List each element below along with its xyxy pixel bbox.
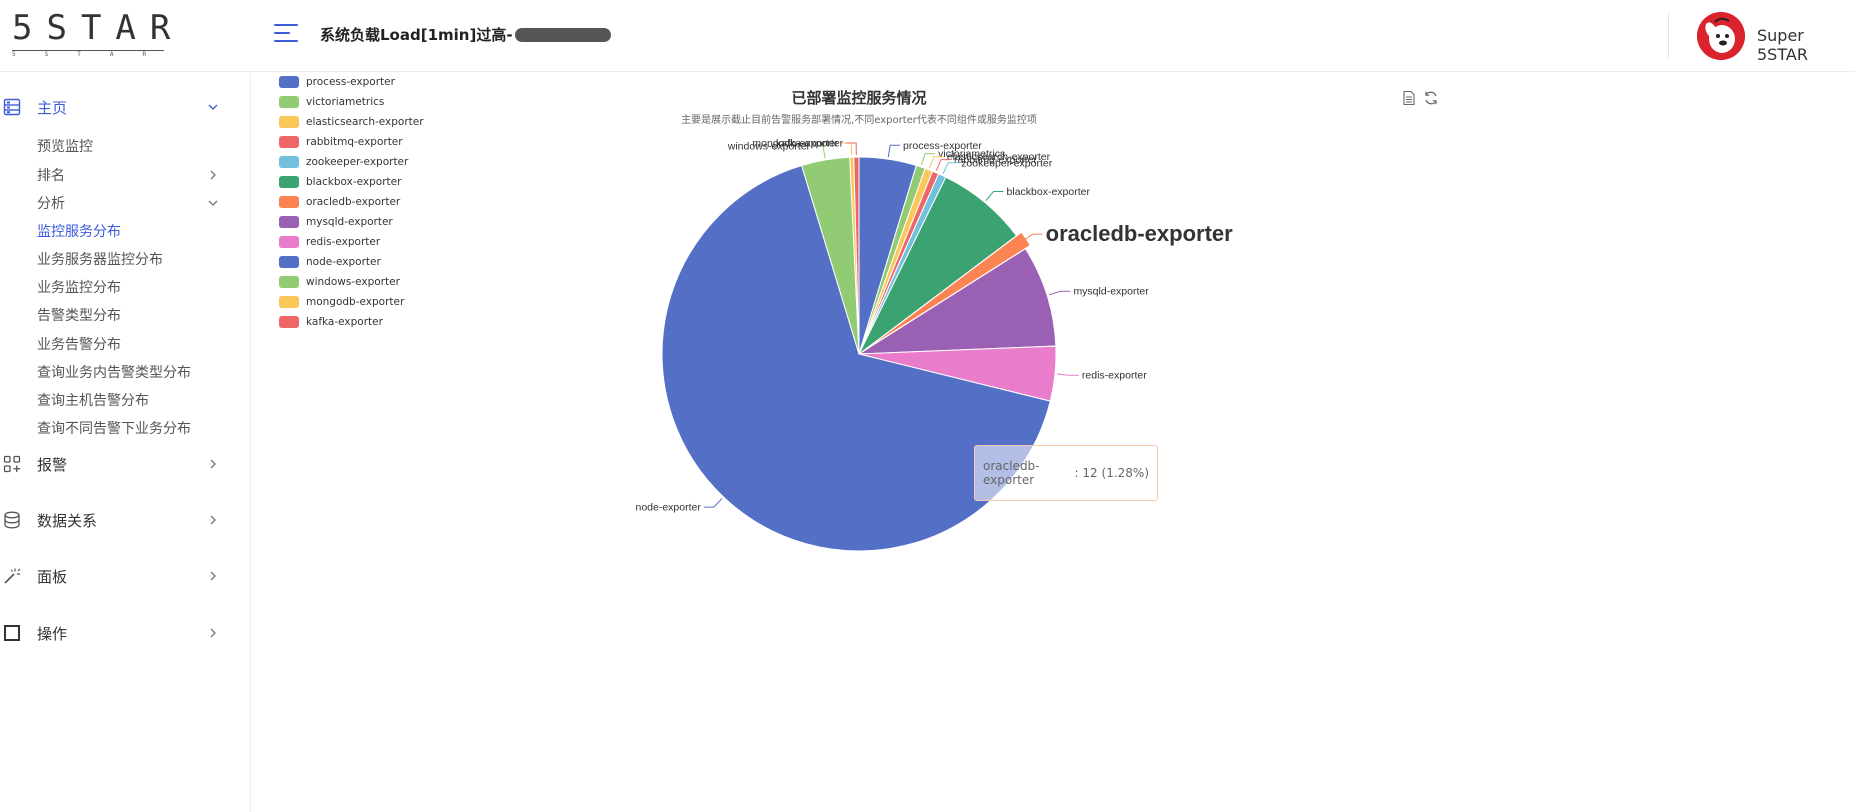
sidebar-subitem-business-alert-distribution[interactable]: 业务告警分布 (37, 334, 121, 354)
menu-toggle-icon[interactable] (274, 24, 298, 46)
chevron-down-icon (208, 104, 218, 110)
sidebar-item-label: 主页 (37, 98, 68, 117)
sidebar-subitem-analysis[interactable]: 分析 (37, 193, 65, 213)
sidebar-subitem-query-alert-business[interactable]: 查询不同告警下业务分布 (37, 418, 191, 438)
user-avatar[interactable] (1697, 12, 1745, 60)
legend-swatch (279, 156, 299, 168)
legend-label: kafka-exporter (306, 316, 383, 328)
pie-label-line (1056, 373, 1079, 376)
chevron-right-icon (210, 628, 216, 638)
legend-swatch (279, 136, 299, 148)
legend-label: oracledb-exporter (306, 196, 401, 208)
sidebar-item-panel[interactable]: 面板 (0, 556, 251, 596)
pie-label-line (1048, 290, 1071, 296)
pie-label: node-exporter (635, 502, 701, 514)
legend-swatch (279, 176, 299, 188)
pie-label: redis-exporter (1082, 370, 1147, 382)
legend-label: windows-exporter (306, 276, 400, 288)
pie-label: mysqld-exporter (1073, 286, 1149, 298)
sidebar-subitem-preview[interactable]: 预览监控 (37, 136, 93, 156)
legend-item[interactable]: windows-exporter (279, 275, 400, 289)
legend-label: redis-exporter (306, 236, 381, 248)
sidebar-item-label: 操作 (37, 624, 68, 643)
sidebar-subitem-ranking[interactable]: 排名 (37, 165, 65, 185)
main-content: process-exporter victoriametrics elasticse… (252, 73, 1855, 812)
legend-label: mongodb-exporter (306, 296, 405, 308)
legend-swatch (279, 276, 299, 288)
sidebar-item-home[interactable]: 主页 (0, 87, 251, 127)
database-icon (4, 511, 20, 529)
sidebar-item-operation[interactable]: 操作 (0, 613, 251, 653)
legend-label: blackbox-exporter (306, 176, 402, 188)
legend-item[interactable]: blackbox-exporter (279, 175, 401, 189)
alert-text: 系统负载Load[1min]过高- (320, 26, 513, 44)
legend-swatch (279, 236, 299, 248)
legend-item[interactable]: zookeeper-exporter (279, 155, 408, 169)
sidebar-subitem-business-monitor-distribution[interactable]: 业务监控分布 (37, 277, 121, 297)
sidebar-item-label: 报警 (37, 455, 68, 474)
legend-item[interactable]: mongodb-exporter (279, 295, 404, 309)
tooltip-name: oracledb-exporter (983, 459, 1040, 487)
chart-subtitle: 主要是展示截止目前告警服务部署情况,不同exporter代表不同组件或服务监控项 (681, 115, 1037, 126)
redacted-block (514, 27, 611, 42)
chart-tooltip: oracledb-exporter: 12 (1.28%) (974, 445, 1158, 501)
tooltip-percent: (1.28%) (1101, 466, 1149, 480)
sidebar-subitem-query-host-alerts[interactable]: 查询主机告警分布 (37, 390, 149, 410)
chevron-down-icon (208, 200, 218, 206)
sidebar: 主页 预览监控 排名 分析 监控服务分布 业务服务器监控分布 业务监控分布 告警… (0, 73, 251, 812)
top-header: 5STAR 5STAR 系统负载Load[1min]过高- Super 5STA… (0, 0, 1855, 72)
legend-item[interactable]: mysqld-exporter (279, 215, 393, 229)
alert-marquee[interactable]: 系统负载Load[1min]过高- (320, 24, 611, 45)
dashboard-icon (3, 98, 21, 116)
sidebar-item-label: 数据关系 (37, 511, 98, 530)
sidebar-subitem-monitor-service-distribution[interactable]: 监控服务分布 (37, 221, 121, 241)
sidebar-subitem-query-business-alert-types[interactable]: 查询业务内告警类型分布 (37, 362, 191, 382)
header-divider (1668, 12, 1669, 58)
pie-chart: process-exportervictoriametricselasticse… (635, 138, 1233, 552)
sidebar-item-data-relation[interactable]: 数据关系 (0, 500, 251, 540)
chart-title: 已部署监控服务情况 (791, 89, 927, 107)
legend-label: rabbitmq-exporter (306, 136, 403, 148)
legend-swatch (279, 316, 299, 328)
square-icon (4, 625, 20, 641)
pie-label-line (985, 190, 1004, 202)
tooltip-value: 12 (1082, 466, 1098, 480)
legend-item[interactable]: redis-exporter (279, 235, 380, 249)
legend-item[interactable]: kafka-exporter (279, 315, 383, 329)
logo-text: 5STAR (12, 8, 185, 48)
chevron-right-icon (210, 571, 216, 581)
legend-label: node-exporter (306, 256, 381, 268)
magic-wand-icon (4, 568, 21, 584)
logo[interactable]: 5STAR 5STAR (12, 8, 185, 60)
sidebar-item-label: 面板 (37, 567, 68, 586)
pie-label: kafka-exporter (776, 138, 844, 150)
legend-swatch (279, 196, 299, 208)
pie-label: blackbox-exporter (1007, 186, 1091, 198)
pie-label: oracledb-exporter (1046, 221, 1233, 246)
sidebar-subitem-business-server-distribution[interactable]: 业务服务器监控分布 (37, 249, 163, 269)
chevron-right-icon (210, 170, 216, 180)
legend-item[interactable]: rabbitmq-exporter (279, 135, 403, 149)
legend-swatch (279, 256, 299, 268)
apps-add-icon (3, 455, 21, 473)
pie-label: zookeeper-exporter (961, 157, 1053, 169)
legend-label: zookeeper-exporter (306, 156, 409, 168)
sidebar-subitem-alert-type-distribution[interactable]: 告警类型分布 (37, 305, 121, 325)
data-view-icon[interactable] (1401, 90, 1417, 106)
logo-subtext: 5STAR (12, 50, 176, 58)
legend-swatch (279, 216, 299, 228)
sidebar-item-alarm[interactable]: 报警 (0, 444, 251, 484)
chevron-right-icon (210, 515, 216, 525)
legend-swatch (279, 296, 299, 308)
legend-item[interactable]: oracledb-exporter (279, 195, 400, 209)
user-name[interactable]: Super 5STAR (1757, 26, 1855, 64)
pie-label-line (703, 498, 723, 508)
legend-item[interactable]: node-exporter (279, 255, 381, 269)
chevron-right-icon (210, 459, 216, 469)
pie-label-line (887, 144, 901, 158)
legend-label: mysqld-exporter (306, 216, 393, 228)
refresh-icon[interactable] (1423, 90, 1439, 106)
